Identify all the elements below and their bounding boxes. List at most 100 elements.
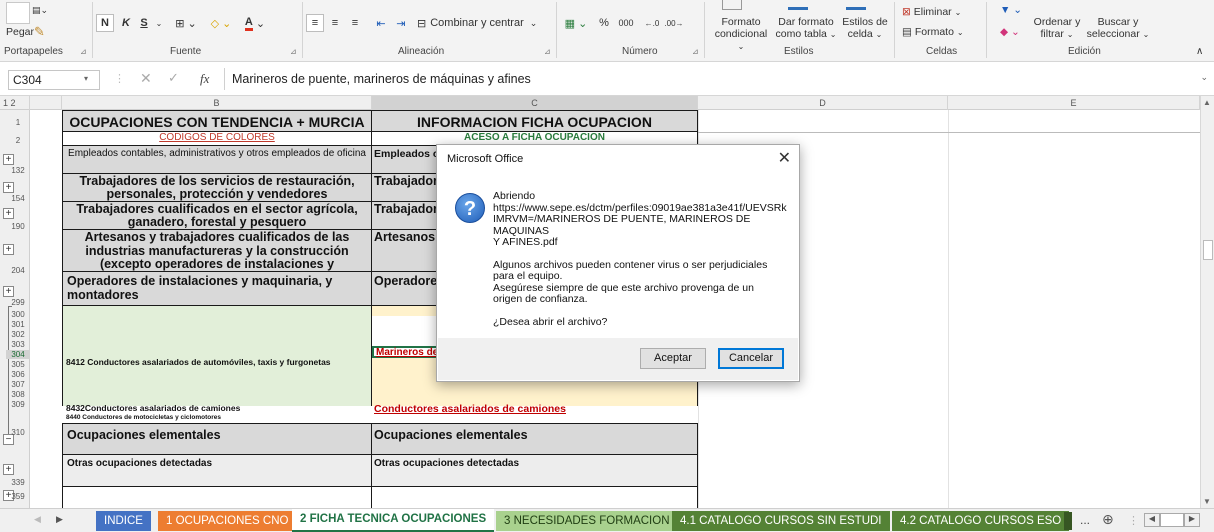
cancel-entry-icon[interactable]: ✕ xyxy=(140,70,152,87)
cell-b309[interactable]: 8440 Conductores de motocicletas y ciclo… xyxy=(62,414,372,423)
cell-b204[interactable]: Artesanos y trabajadores cualificados de… xyxy=(62,230,372,284)
vertical-scrollbar[interactable]: ▲ ▼ xyxy=(1200,96,1214,508)
row-number[interactable]: 303 xyxy=(6,340,30,349)
dialog-launcher-icon[interactable]: ⊿ xyxy=(692,47,699,56)
copy-icon[interactable]: ▤⌄ xyxy=(32,4,48,16)
cell-b305[interactable]: 8412 Conductores asalariados de automóvi… xyxy=(62,357,331,367)
row-number[interactable]: 305 xyxy=(6,360,30,369)
sheet-tab-hidden-more[interactable] xyxy=(1064,512,1072,530)
scrollbar-thumb[interactable] xyxy=(1203,240,1213,260)
sheet-tab-ocupaciones-cno[interactable]: 1 OCUPACIONES CNO xyxy=(158,511,297,531)
row-number[interactable]: 308 xyxy=(6,390,30,399)
add-sheet-icon[interactable]: ⊕ xyxy=(1102,511,1114,528)
h-scroll-left-icon[interactable]: ◀ xyxy=(1144,513,1160,527)
delete-cells-button[interactable]: ⊠ Eliminar ⌄ xyxy=(902,6,961,19)
cell-c308-link[interactable]: Conductores asalariados de camiones xyxy=(374,403,566,415)
row-number[interactable]: 306 xyxy=(6,370,30,379)
borders-icon[interactable]: ⊞ ⌄ xyxy=(172,14,200,32)
row-number[interactable]: 339 xyxy=(6,478,30,487)
row-number[interactable]: 2 xyxy=(6,136,30,145)
cell-b154[interactable]: Trabajadores de los servicios de restaur… xyxy=(62,174,372,202)
format-cells-button[interactable]: ▤ Formato ⌄ xyxy=(902,26,964,39)
h-scroll-right-icon[interactable]: ▶ xyxy=(1184,513,1200,527)
cell-b1-header[interactable]: OCUPACIONES CON TENDENCIA + MURCIA xyxy=(62,110,372,132)
cell-block-b300-309[interactable] xyxy=(62,306,372,406)
cancel-button[interactable]: Cancelar xyxy=(718,348,784,369)
formula-input[interactable]: Marineros de puente, marineros de máquin… xyxy=(232,72,531,86)
cell-b190[interactable]: Trabajadores cualificados en el sector a… xyxy=(62,202,372,230)
sheet-tab-catalogo-eso[interactable]: 4.2 CATALOGO CURSOS ESO xyxy=(892,511,1070,531)
accept-button[interactable]: Aceptar xyxy=(640,348,706,369)
expand-group-icon[interactable]: + xyxy=(3,286,14,297)
cell-b359[interactable] xyxy=(62,487,372,508)
sheet-tab-necesidades-formacion[interactable]: 3 NECESIDADES FORMACION xyxy=(496,511,678,531)
sheet-tab-catalogo-sin-estudi[interactable]: 4.1 CATALOGO CURSOS SIN ESTUDI xyxy=(672,511,890,531)
row-number[interactable]: 359 xyxy=(6,492,30,501)
close-icon[interactable]: ✕ xyxy=(778,148,791,168)
find-select-button[interactable]: Buscar y seleccionar ⌄ xyxy=(1086,16,1150,41)
increase-decimal-icon[interactable]: ←.0 xyxy=(642,14,662,32)
column-header-a[interactable] xyxy=(30,96,62,110)
outline-level-buttons[interactable]: 1 2 xyxy=(0,96,30,110)
expand-group-icon[interactable]: + xyxy=(3,154,14,165)
fill-down-icon[interactable]: ▼ ⌄ xyxy=(1000,4,1022,16)
row-number[interactable]: 204 xyxy=(6,266,30,275)
scroll-down-icon[interactable]: ▼ xyxy=(1203,497,1211,506)
italic-button[interactable]: K xyxy=(118,14,134,32)
increase-indent-icon[interactable]: ⇥ xyxy=(392,14,410,32)
scroll-up-icon[interactable]: ▲ xyxy=(1203,98,1211,107)
cell-c339[interactable]: Otras ocupaciones detectadas xyxy=(372,455,698,487)
row-number[interactable]: 300 xyxy=(6,310,30,319)
dialog-launcher-icon[interactable]: ⊿ xyxy=(290,47,297,56)
paste-clipboard-icon[interactable] xyxy=(6,2,30,24)
sheet-tab-indice[interactable]: INDICE xyxy=(96,511,151,531)
bold-button[interactable]: N xyxy=(96,14,114,32)
decrease-indent-icon[interactable]: ⇤ xyxy=(372,14,390,32)
format-as-table-button[interactable]: Dar formato como tabla ⌄ xyxy=(774,16,838,41)
clear-eraser-icon[interactable]: ◆ ⌄ xyxy=(1000,26,1020,38)
column-header-b[interactable]: B xyxy=(62,96,372,110)
cell-b2-color-codes-link[interactable]: CODIGOS DE COLORES xyxy=(62,132,372,146)
sheet-tab-ficha-tecnica-active[interactable]: 2 FICHA TECNICA OCUPACIONES xyxy=(292,509,495,532)
cell-b299[interactable]: Operadores de instalaciones y maquinaria… xyxy=(62,272,372,306)
row-number[interactable]: 302 xyxy=(6,330,30,339)
name-box-dropdown-icon[interactable]: ▾ xyxy=(84,74,88,83)
cell-c1-header[interactable]: INFORMACION FICHA OCUPACION xyxy=(372,110,698,132)
row-number[interactable]: 1 xyxy=(6,118,30,127)
expand-formula-icon[interactable]: ⌄ xyxy=(1200,72,1208,83)
row-number[interactable]: 307 xyxy=(6,380,30,389)
column-header-e[interactable]: E xyxy=(948,96,1200,110)
cell-c310[interactable]: Ocupaciones elementales xyxy=(372,423,698,455)
collapse-ribbon-icon[interactable]: ∧ xyxy=(1196,46,1203,58)
confirm-entry-icon[interactable]: ✓ xyxy=(168,70,179,86)
dialog-launcher-icon[interactable]: ⊿ xyxy=(544,47,551,56)
expand-group-icon[interactable]: + xyxy=(3,208,14,219)
h-scrollbar-thumb[interactable] xyxy=(1160,513,1184,527)
percent-button[interactable]: % xyxy=(596,14,612,32)
row-number[interactable]: 309 xyxy=(6,400,30,409)
expand-group-icon[interactable]: + xyxy=(3,464,14,475)
row-number-selected[interactable]: 304 xyxy=(6,350,30,359)
row-number[interactable]: 190 xyxy=(6,222,30,231)
tab-scroll-right-icon[interactable]: ▶ xyxy=(56,514,63,525)
column-header-c[interactable]: C xyxy=(372,96,698,110)
cell-b308[interactable]: 8432Conductores asalariados de camiones xyxy=(62,403,240,413)
fill-color-icon[interactable]: ◇ ⌄ xyxy=(206,14,236,32)
align-right-icon[interactable]: ≡ xyxy=(346,14,364,32)
cell-b132[interactable]: Empleados contables, administrativos y o… xyxy=(62,146,372,174)
row-number[interactable]: 310 xyxy=(6,428,30,437)
decrease-decimal-icon[interactable]: .00→ xyxy=(664,14,684,32)
conditional-format-button[interactable]: Formato condicional ⌄ xyxy=(712,16,770,53)
row-number[interactable]: 301 xyxy=(6,320,30,329)
cell-c359[interactable] xyxy=(372,487,698,508)
underline-dropdown-icon[interactable]: ⌄ xyxy=(152,14,166,32)
merge-center-button[interactable]: ⊟ Combinar y centrar ⌄ xyxy=(416,14,546,32)
row-number[interactable]: 154 xyxy=(6,194,30,203)
expand-group-icon[interactable]: + xyxy=(3,182,14,193)
expand-group-icon[interactable]: + xyxy=(3,244,14,255)
cell-b339[interactable]: Otras ocupaciones detectadas xyxy=(62,455,372,487)
format-painter-icon[interactable]: ✎ xyxy=(34,25,45,38)
cell-b310[interactable]: Ocupaciones elementales xyxy=(62,423,372,455)
more-tabs-button[interactable]: ... xyxy=(1080,513,1090,527)
insert-function-button[interactable]: fx xyxy=(200,71,209,87)
